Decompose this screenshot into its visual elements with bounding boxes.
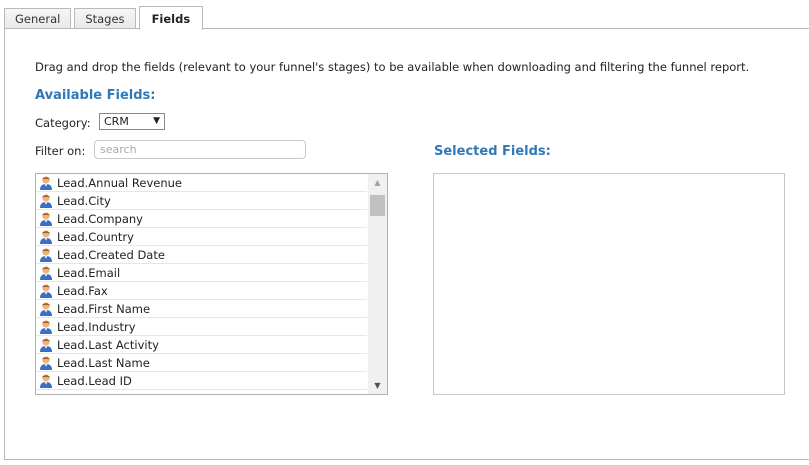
field-name: Lead.Last Activity [57, 337, 159, 352]
filter-label: Filter on: [35, 144, 86, 158]
scroll-up-arrow-icon[interactable]: ▲ [368, 174, 387, 191]
field-list-item[interactable]: Lead.Lead ID [36, 372, 367, 390]
user-icon [40, 374, 52, 388]
field-name: Lead.Fax [57, 283, 108, 298]
field-list-item[interactable]: Lead.Last Activity [36, 336, 367, 354]
field-list-item[interactable]: Lead.Industry [36, 318, 367, 336]
field-name: Lead.Created Date [57, 247, 165, 262]
user-icon [40, 356, 52, 370]
field-list-item[interactable]: Lead.Created Date [36, 246, 367, 264]
scroll-down-arrow-icon[interactable]: ▼ [368, 377, 387, 394]
field-list-item[interactable]: Lead.Company [36, 210, 367, 228]
tab-stages[interactable]: Stages [74, 8, 136, 29]
category-label: Category: [35, 116, 91, 130]
field-name: Lead.Email [57, 265, 121, 280]
tab-fields[interactable]: Fields [138, 6, 204, 30]
available-fields-title: Available Fields: [35, 88, 156, 103]
field-name: Lead.First Name [57, 301, 151, 316]
chevron-down-icon: ▼ [153, 116, 160, 126]
scrollbar[interactable]: ▲ ▼ [368, 174, 387, 394]
tab-general[interactable]: General [4, 8, 72, 29]
user-icon [40, 230, 52, 244]
field-name: Lead.Industry [57, 319, 136, 334]
field-name: Lead.Last Name [57, 355, 150, 370]
available-fields-list: Lead.Annual Revenue Lead.City Lead.Compa… [35, 173, 388, 395]
user-icon [40, 194, 52, 208]
scroll-thumb[interactable] [370, 195, 385, 216]
field-name: Lead.City [57, 193, 111, 208]
available-fields-items: Lead.Annual Revenue Lead.City Lead.Compa… [36, 174, 367, 390]
field-name: Lead.Country [57, 229, 134, 244]
category-select-value: CRM [104, 115, 129, 128]
field-list-item[interactable]: Lead.Country [36, 228, 367, 246]
field-name: Lead.Annual Revenue [57, 175, 182, 190]
search-input[interactable] [94, 140, 306, 159]
user-icon [40, 338, 52, 352]
selected-fields-dropzone[interactable] [433, 173, 785, 395]
field-name: Lead.Company [57, 211, 143, 226]
field-list-item[interactable]: Lead.Email [36, 264, 367, 282]
user-icon [40, 176, 52, 190]
user-icon [40, 320, 52, 334]
field-name: Lead.Lead ID [57, 373, 132, 388]
field-list-item[interactable]: Lead.Last Name [36, 354, 367, 372]
user-icon [40, 266, 52, 280]
field-list-item[interactable]: Lead.Annual Revenue [36, 174, 367, 192]
field-list-item[interactable]: Lead.First Name [36, 300, 367, 318]
user-icon [40, 284, 52, 298]
tab-bar: General Stages Fields [4, 5, 206, 30]
user-icon [40, 212, 52, 226]
selected-fields-title: Selected Fields: [434, 144, 551, 159]
instructions-text: Drag and drop the fields (relevant to yo… [35, 60, 750, 74]
field-list-item[interactable]: Lead.Fax [36, 282, 367, 300]
field-list-item[interactable]: Lead.City [36, 192, 367, 210]
user-icon [40, 248, 52, 262]
user-icon [40, 302, 52, 316]
category-select[interactable]: CRM ▼ [99, 113, 165, 130]
